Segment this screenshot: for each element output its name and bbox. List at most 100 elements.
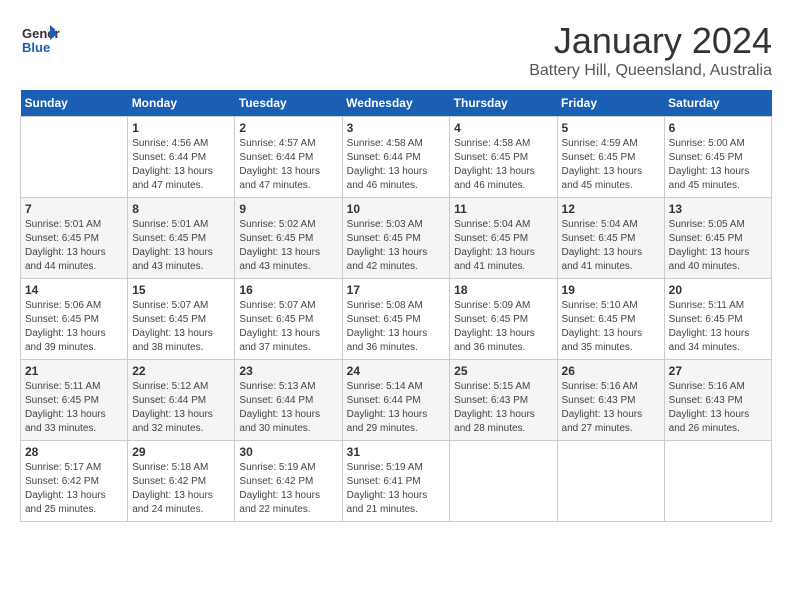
day-info: Sunrise: 4:58 AMSunset: 6:44 PMDaylight:… bbox=[347, 137, 446, 193]
svg-text:Blue: Blue bbox=[22, 40, 50, 55]
calendar-table: SundayMondayTuesdayWednesdayThursdayFrid… bbox=[20, 90, 772, 522]
day-info: Sunrise: 5:17 AMSunset: 6:42 PMDaylight:… bbox=[25, 461, 123, 517]
calendar-week-row: 1 Sunrise: 4:56 AMSunset: 6:44 PMDaylight… bbox=[21, 117, 772, 198]
day-number: 29 bbox=[132, 445, 230, 459]
day-info: Sunrise: 5:15 AMSunset: 6:43 PMDaylight:… bbox=[454, 380, 552, 436]
calendar-week-row: 7 Sunrise: 5:01 AMSunset: 6:45 PMDaylight… bbox=[21, 198, 772, 279]
calendar-cell: 26 Sunrise: 5:16 AMSunset: 6:43 PMDayligh… bbox=[557, 360, 664, 441]
day-info: Sunrise: 5:16 AMSunset: 6:43 PMDaylight:… bbox=[669, 380, 767, 436]
day-number: 19 bbox=[562, 283, 660, 297]
day-info: Sunrise: 5:07 AMSunset: 6:45 PMDaylight:… bbox=[239, 299, 337, 355]
day-info: Sunrise: 5:02 AMSunset: 6:45 PMDaylight:… bbox=[239, 218, 337, 274]
weekday-header-sunday: Sunday bbox=[21, 90, 128, 117]
weekday-header-tuesday: Tuesday bbox=[235, 90, 342, 117]
day-info: Sunrise: 5:16 AMSunset: 6:43 PMDaylight:… bbox=[562, 380, 660, 436]
calendar-cell: 29Sunrise: 5:18 AMSunset: 6:42 PMDayligh… bbox=[128, 441, 235, 522]
day-info: Sunrise: 5:04 AMSunset: 6:45 PMDaylight:… bbox=[454, 218, 552, 274]
weekday-header-wednesday: Wednesday bbox=[342, 90, 450, 117]
day-number: 15 bbox=[132, 283, 230, 297]
day-info: Sunrise: 5:07 AMSunset: 6:45 PMDaylight:… bbox=[132, 299, 230, 355]
logo-icon: General Blue bbox=[20, 20, 60, 65]
day-number: 7 bbox=[25, 202, 123, 216]
weekday-header-monday: Monday bbox=[128, 90, 235, 117]
day-info: Sunrise: 5:09 AMSunset: 6:45 PMDaylight:… bbox=[454, 299, 552, 355]
weekday-header-row: SundayMondayTuesdayWednesdayThursdayFrid… bbox=[21, 90, 772, 117]
day-number: 6 bbox=[669, 121, 767, 135]
calendar-cell: 11 Sunrise: 5:04 AMSunset: 6:45 PMDayligh… bbox=[450, 198, 557, 279]
calendar-cell bbox=[664, 441, 771, 522]
calendar-cell: 8Sunrise: 5:01 AMSunset: 6:45 PMDaylight… bbox=[128, 198, 235, 279]
weekday-header-thursday: Thursday bbox=[450, 90, 557, 117]
calendar-cell: 20 Sunrise: 5:11 AMSunset: 6:45 PMDayligh… bbox=[664, 279, 771, 360]
day-number: 30 bbox=[239, 445, 337, 459]
day-number: 11 bbox=[454, 202, 552, 216]
day-info: Sunrise: 5:03 AMSunset: 6:45 PMDaylight:… bbox=[347, 218, 446, 274]
day-info: Sunrise: 5:11 AMSunset: 6:45 PMDaylight:… bbox=[25, 380, 123, 436]
page-header: General Blue January 2024 Battery Hill, … bbox=[20, 20, 772, 80]
day-info: Sunrise: 5:10 AMSunset: 6:45 PMDaylight:… bbox=[562, 299, 660, 355]
day-number: 26 bbox=[562, 364, 660, 378]
day-number: 3 bbox=[347, 121, 446, 135]
calendar-cell: 1 Sunrise: 4:56 AMSunset: 6:44 PMDaylight… bbox=[128, 117, 235, 198]
day-info: Sunrise: 5:13 AMSunset: 6:44 PMDaylight:… bbox=[239, 380, 337, 436]
calendar-week-row: 14 Sunrise: 5:06 AMSunset: 6:45 PMDayligh… bbox=[21, 279, 772, 360]
calendar-cell: 17 Sunrise: 5:08 AMSunset: 6:45 PMDayligh… bbox=[342, 279, 450, 360]
day-info: Sunrise: 5:14 AMSunset: 6:44 PMDaylight:… bbox=[347, 380, 446, 436]
day-number: 1 bbox=[132, 121, 230, 135]
day-number: 20 bbox=[669, 283, 767, 297]
day-info: Sunrise: 5:11 AMSunset: 6:45 PMDaylight:… bbox=[669, 299, 767, 355]
weekday-header-saturday: Saturday bbox=[664, 90, 771, 117]
calendar-week-row: 28Sunrise: 5:17 AMSunset: 6:42 PMDayligh… bbox=[21, 441, 772, 522]
calendar-cell: 23 Sunrise: 5:13 AMSunset: 6:44 PMDayligh… bbox=[235, 360, 342, 441]
calendar-cell: 4Sunrise: 4:58 AMSunset: 6:45 PMDaylight… bbox=[450, 117, 557, 198]
calendar-week-row: 21 Sunrise: 5:11 AMSunset: 6:45 PMDayligh… bbox=[21, 360, 772, 441]
calendar-cell: 2 Sunrise: 4:57 AMSunset: 6:44 PMDaylight… bbox=[235, 117, 342, 198]
calendar-cell: 12Sunrise: 5:04 AMSunset: 6:45 PMDayligh… bbox=[557, 198, 664, 279]
logo: General Blue bbox=[20, 20, 60, 65]
day-info: Sunrise: 4:57 AMSunset: 6:44 PMDaylight:… bbox=[239, 137, 337, 193]
day-number: 31 bbox=[347, 445, 446, 459]
day-number: 21 bbox=[25, 364, 123, 378]
day-number: 16 bbox=[239, 283, 337, 297]
calendar-cell bbox=[21, 117, 128, 198]
day-number: 4 bbox=[454, 121, 552, 135]
day-number: 22 bbox=[132, 364, 230, 378]
day-number: 13 bbox=[669, 202, 767, 216]
calendar-cell: 5Sunrise: 4:59 AMSunset: 6:45 PMDaylight… bbox=[557, 117, 664, 198]
day-number: 10 bbox=[347, 202, 446, 216]
day-info: Sunrise: 5:08 AMSunset: 6:45 PMDaylight:… bbox=[347, 299, 446, 355]
calendar-cell: 10 Sunrise: 5:03 AMSunset: 6:45 PMDayligh… bbox=[342, 198, 450, 279]
day-info: Sunrise: 4:56 AMSunset: 6:44 PMDaylight:… bbox=[132, 137, 230, 193]
day-number: 18 bbox=[454, 283, 552, 297]
day-number: 14 bbox=[25, 283, 123, 297]
month-year-title: January 2024 bbox=[529, 20, 772, 62]
calendar-cell: 13 Sunrise: 5:05 AMSunset: 6:45 PMDayligh… bbox=[664, 198, 771, 279]
calendar-cell: 7 Sunrise: 5:01 AMSunset: 6:45 PMDaylight… bbox=[21, 198, 128, 279]
day-info: Sunrise: 5:05 AMSunset: 6:45 PMDaylight:… bbox=[669, 218, 767, 274]
calendar-cell: 25Sunrise: 5:15 AMSunset: 6:43 PMDayligh… bbox=[450, 360, 557, 441]
day-info: Sunrise: 5:01 AMSunset: 6:45 PMDaylight:… bbox=[25, 218, 123, 274]
day-number: 23 bbox=[239, 364, 337, 378]
location-subtitle: Battery Hill, Queensland, Australia bbox=[529, 62, 772, 80]
calendar-cell: 9Sunrise: 5:02 AMSunset: 6:45 PMDaylight… bbox=[235, 198, 342, 279]
day-info: Sunrise: 5:06 AMSunset: 6:45 PMDaylight:… bbox=[25, 299, 123, 355]
calendar-cell: 19 Sunrise: 5:10 AMSunset: 6:45 PMDayligh… bbox=[557, 279, 664, 360]
day-number: 24 bbox=[347, 364, 446, 378]
calendar-cell: 30 Sunrise: 5:19 AMSunset: 6:42 PMDayligh… bbox=[235, 441, 342, 522]
day-info: Sunrise: 5:00 AMSunset: 6:45 PMDaylight:… bbox=[669, 137, 767, 193]
day-number: 8 bbox=[132, 202, 230, 216]
calendar-cell: 3 Sunrise: 4:58 AMSunset: 6:44 PMDaylight… bbox=[342, 117, 450, 198]
day-number: 17 bbox=[347, 283, 446, 297]
calendar-cell: 6 Sunrise: 5:00 AMSunset: 6:45 PMDaylight… bbox=[664, 117, 771, 198]
calendar-cell: 24 Sunrise: 5:14 AMSunset: 6:44 PMDayligh… bbox=[342, 360, 450, 441]
title-section: January 2024 Battery Hill, Queensland, A… bbox=[529, 20, 772, 80]
day-info: Sunrise: 5:19 AMSunset: 6:41 PMDaylight:… bbox=[347, 461, 446, 517]
calendar-cell: 18 Sunrise: 5:09 AMSunset: 6:45 PMDayligh… bbox=[450, 279, 557, 360]
calendar-cell: 21 Sunrise: 5:11 AMSunset: 6:45 PMDayligh… bbox=[21, 360, 128, 441]
day-number: 2 bbox=[239, 121, 337, 135]
calendar-cell: 28Sunrise: 5:17 AMSunset: 6:42 PMDayligh… bbox=[21, 441, 128, 522]
calendar-cell: 27Sunrise: 5:16 AMSunset: 6:43 PMDayligh… bbox=[664, 360, 771, 441]
day-info: Sunrise: 5:19 AMSunset: 6:42 PMDaylight:… bbox=[239, 461, 337, 517]
calendar-cell: 15 Sunrise: 5:07 AMSunset: 6:45 PMDayligh… bbox=[128, 279, 235, 360]
calendar-cell: 16 Sunrise: 5:07 AMSunset: 6:45 PMDayligh… bbox=[235, 279, 342, 360]
